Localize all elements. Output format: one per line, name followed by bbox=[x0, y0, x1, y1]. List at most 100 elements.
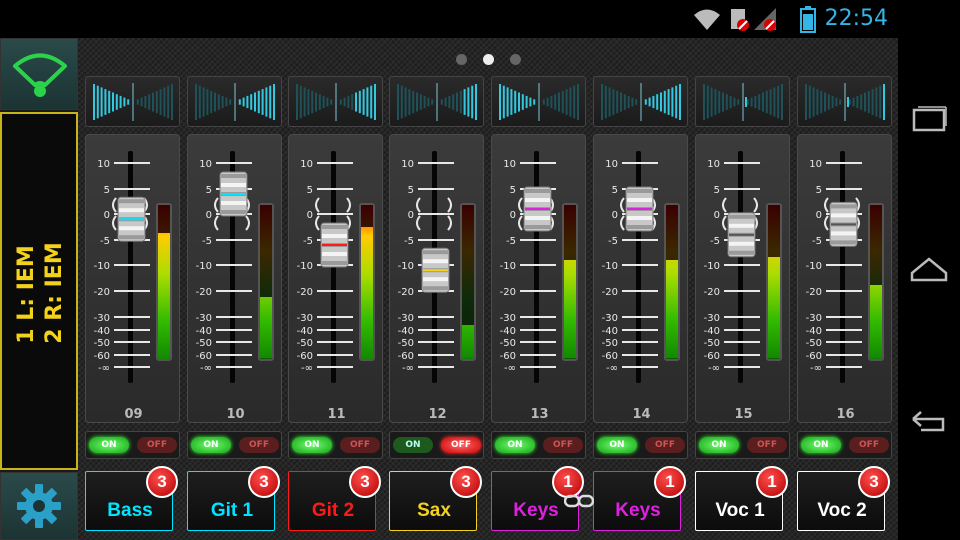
on-button[interactable]: ON bbox=[191, 437, 231, 453]
mute-toggle[interactable]: ON OFF bbox=[187, 431, 282, 459]
channel-strip-13: 10 5 0 -5 -10 -20 -30 -40 -50 -60 -∞ 13 ON OFF Keys 1 bbox=[491, 38, 586, 540]
pan-control[interactable] bbox=[187, 76, 282, 127]
scale-label: 0 bbox=[714, 210, 720, 221]
pan-bar bbox=[839, 99, 842, 105]
scale-label: 0 bbox=[206, 210, 212, 221]
scale-label: -40 bbox=[196, 326, 212, 337]
on-button[interactable]: ON bbox=[699, 437, 739, 453]
unity-mark bbox=[518, 215, 523, 231]
pan-control[interactable] bbox=[695, 76, 790, 127]
pan-bar bbox=[546, 97, 549, 107]
scale-label: 5 bbox=[816, 185, 822, 196]
mute-toggle[interactable]: ON OFF bbox=[593, 431, 688, 459]
pan-bar bbox=[660, 92, 662, 112]
pan-bar bbox=[816, 89, 819, 115]
settings-button[interactable] bbox=[0, 472, 78, 540]
scale-label: 5 bbox=[612, 185, 618, 196]
off-button[interactable]: OFF bbox=[849, 437, 889, 453]
pan-bar bbox=[100, 87, 103, 117]
status-bar: 22:54 bbox=[0, 0, 960, 38]
scale-label: -30 bbox=[196, 313, 212, 324]
mute-toggle[interactable]: ON OFF bbox=[389, 431, 484, 459]
scale-label: -50 bbox=[602, 338, 618, 349]
pan-bar bbox=[159, 89, 162, 115]
pan-bar bbox=[167, 85, 170, 119]
off-button[interactable]: OFF bbox=[239, 437, 279, 453]
channel-name: Sax bbox=[417, 500, 451, 521]
scale-label: -5 bbox=[710, 236, 720, 247]
pan-bar bbox=[569, 87, 572, 117]
channel-name-button[interactable]: Keys 1 bbox=[593, 466, 686, 531]
off-button[interactable]: OFF bbox=[137, 437, 177, 453]
pan-bar bbox=[431, 99, 434, 105]
pan-bar bbox=[510, 89, 513, 115]
channel-number: 11 bbox=[327, 407, 346, 422]
fader-knob[interactable] bbox=[117, 196, 146, 242]
mute-toggle[interactable]: ON OFF bbox=[491, 431, 586, 459]
group-badge: 3 bbox=[858, 466, 890, 498]
link-icon[interactable] bbox=[564, 494, 594, 508]
on-button[interactable]: ON bbox=[597, 437, 637, 453]
no-signal-icon bbox=[754, 8, 776, 31]
pan-control[interactable] bbox=[593, 76, 688, 127]
scale-label: -20 bbox=[806, 287, 822, 298]
fader-knob[interactable] bbox=[625, 186, 654, 232]
fader-knob[interactable] bbox=[219, 171, 248, 217]
pan-control[interactable] bbox=[288, 76, 383, 127]
channel-name-button[interactable]: Git 13 bbox=[187, 466, 280, 531]
fader-knob[interactable] bbox=[320, 222, 349, 268]
mute-toggle[interactable]: ON OFF bbox=[695, 431, 790, 459]
on-button[interactable]: ON bbox=[495, 437, 535, 453]
channel-strip-10: 10 5 0 -5 -10 -20 -30 -40 -50 -60 -∞ 10 ON OFF Git 13 bbox=[187, 38, 282, 540]
recent-apps-button[interactable] bbox=[906, 98, 952, 144]
fader-knob[interactable] bbox=[421, 247, 450, 293]
off-button[interactable]: OFF bbox=[543, 437, 583, 453]
off-button[interactable]: OFF bbox=[747, 437, 787, 453]
pan-bar bbox=[448, 95, 451, 109]
scale-label: -∞ bbox=[200, 363, 212, 374]
on-button[interactable]: ON bbox=[801, 437, 841, 453]
pan-bar bbox=[136, 99, 139, 105]
channel-name-button[interactable]: Voc 11 bbox=[695, 466, 788, 531]
mix-selector[interactable]: 1 L: IEM 2 R: IEM bbox=[0, 112, 78, 470]
scale-label: -60 bbox=[704, 351, 720, 362]
pan-bar bbox=[463, 89, 466, 115]
pan-control[interactable] bbox=[389, 76, 484, 127]
off-button[interactable]: OFF bbox=[340, 437, 380, 453]
pan-bar bbox=[762, 92, 764, 112]
fader-knob[interactable] bbox=[727, 212, 756, 258]
pan-bar bbox=[812, 87, 815, 117]
channel-name-button[interactable]: Git 23 bbox=[288, 466, 381, 531]
pan-bar bbox=[315, 92, 317, 112]
channel-name-button[interactable]: Voc 23 bbox=[797, 466, 890, 531]
fader-knob[interactable] bbox=[829, 201, 858, 247]
meter-fill bbox=[768, 257, 780, 359]
wifi-button[interactable] bbox=[0, 38, 78, 110]
pan-bar bbox=[852, 97, 855, 107]
channel-name-button[interactable]: Bass 3 bbox=[85, 466, 178, 531]
pan-bar bbox=[722, 92, 724, 112]
home-button[interactable] bbox=[906, 246, 952, 292]
mute-toggle[interactable]: ON OFF bbox=[797, 431, 892, 459]
scale-label: 5 bbox=[510, 185, 516, 196]
on-button[interactable]: ON bbox=[393, 437, 433, 453]
scale-label: -30 bbox=[297, 313, 313, 324]
mute-toggle[interactable]: ON OFF bbox=[85, 431, 180, 459]
pan-bar bbox=[152, 92, 154, 112]
pan-control[interactable] bbox=[797, 76, 892, 127]
pan-bar bbox=[326, 97, 329, 107]
channel-name-button[interactable]: Sax 3 bbox=[389, 466, 482, 531]
on-button[interactable]: ON bbox=[89, 437, 129, 453]
mute-toggle[interactable]: ON OFF bbox=[288, 431, 383, 459]
off-button[interactable]: OFF bbox=[645, 437, 685, 453]
fader-knob[interactable] bbox=[523, 186, 552, 232]
on-button[interactable]: ON bbox=[292, 437, 332, 453]
pan-bar bbox=[115, 94, 118, 110]
pan-bar bbox=[554, 94, 557, 110]
back-button[interactable] bbox=[906, 398, 952, 444]
pan-bar bbox=[781, 84, 783, 120]
pan-control[interactable] bbox=[85, 76, 180, 127]
pan-control[interactable] bbox=[491, 76, 586, 127]
pan-bar bbox=[400, 85, 403, 119]
off-button[interactable]: OFF bbox=[441, 437, 481, 453]
